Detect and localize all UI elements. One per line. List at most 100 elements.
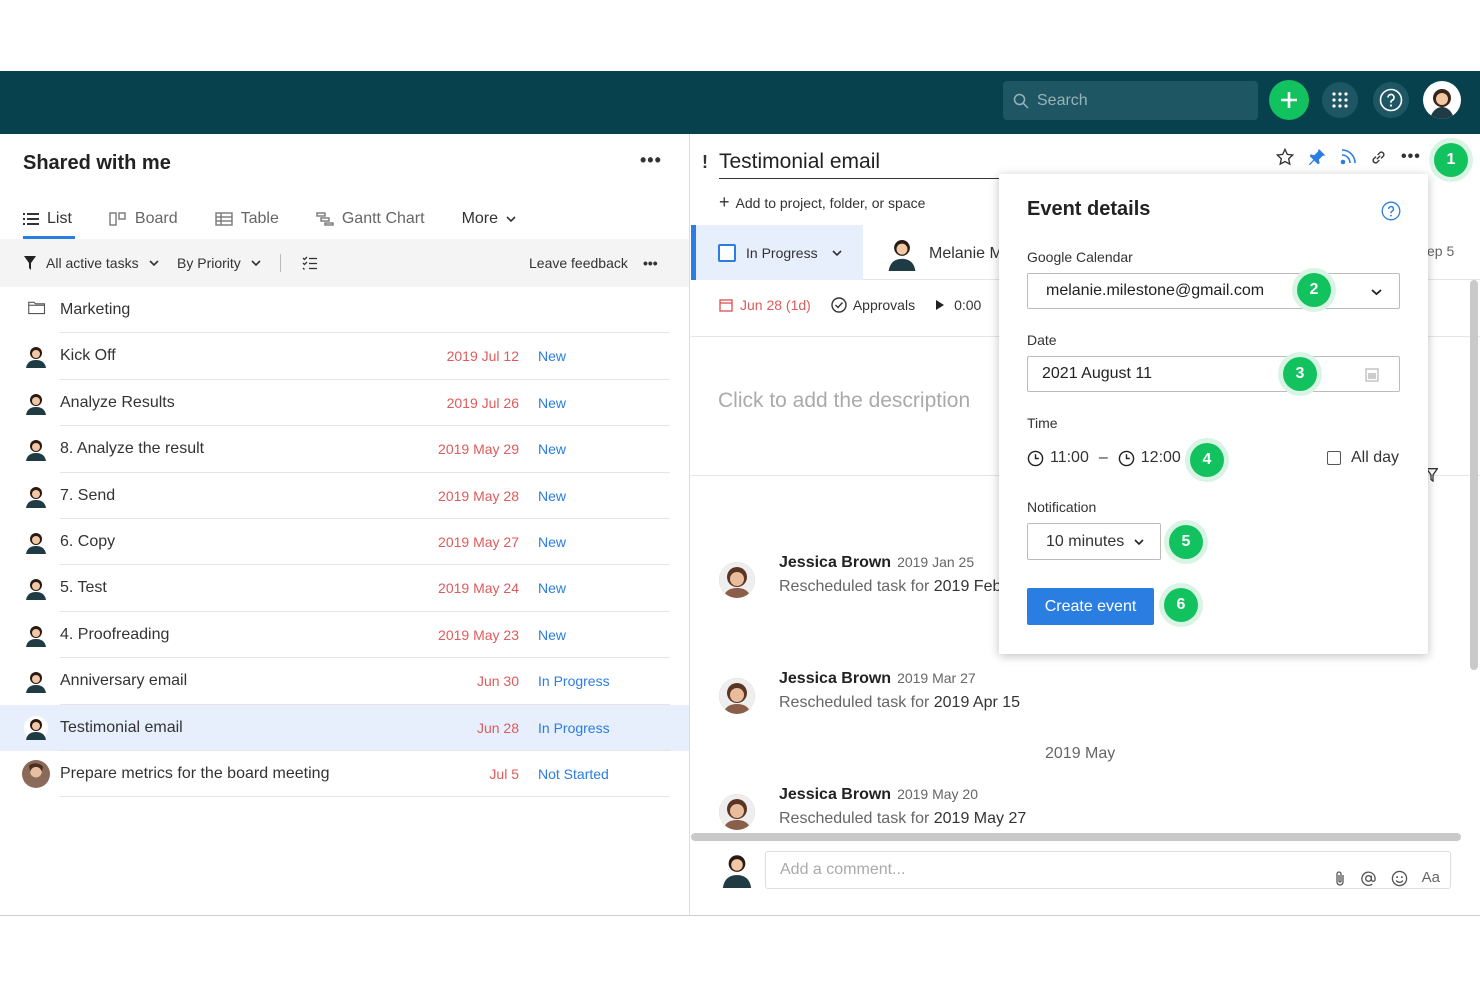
tab-list[interactable]: List bbox=[23, 200, 75, 239]
tab-gantt-chart[interactable]: Gantt Chart bbox=[316, 200, 425, 238]
activity-text: Rescheduled task for bbox=[779, 694, 934, 711]
activity-text: Rescheduled task for bbox=[779, 810, 934, 827]
leave-feedback-link[interactable]: Leave feedback bbox=[529, 239, 628, 287]
link-button[interactable] bbox=[1370, 149, 1387, 166]
task-row[interactable]: 5. Test 2019 May 24 New bbox=[0, 565, 689, 612]
comment-avatar-icon bbox=[722, 855, 752, 888]
task-status: Not Started bbox=[538, 765, 609, 782]
task-name: Kick Off bbox=[60, 347, 116, 365]
task-list-panel: Shared with me ••• List Board Table Gant… bbox=[0, 134, 690, 916]
assignee-avatar-icon bbox=[26, 440, 46, 462]
task-date: Jun 30 bbox=[476, 673, 519, 690]
task-name: 4. Proofreading bbox=[60, 625, 170, 643]
task-date: 2019 May 29 bbox=[438, 441, 519, 458]
task-title[interactable]: Testimonial email bbox=[719, 150, 999, 179]
priority-icon[interactable]: ! bbox=[702, 152, 708, 173]
assignee-avatar-icon bbox=[26, 393, 46, 415]
assignee-chip[interactable]: Melanie M bbox=[887, 237, 1003, 271]
chevron-down-icon bbox=[251, 260, 261, 267]
date-value: 2021 August 11 bbox=[1042, 365, 1153, 382]
view-tabs: List Board Table Gantt Chart More bbox=[23, 200, 561, 240]
task-row[interactable]: Analyze Results 2019 Jul 26 New bbox=[0, 380, 689, 427]
top-bar: Search bbox=[0, 71, 1480, 134]
chevron-down-icon bbox=[1134, 538, 1144, 545]
date-input[interactable]: 2021 August 11 bbox=[1027, 356, 1400, 392]
all-day-checkbox[interactable]: All day bbox=[1327, 449, 1399, 467]
timer-button[interactable]: 0:00 bbox=[935, 297, 981, 313]
create-button[interactable] bbox=[1269, 80, 1309, 120]
divider bbox=[280, 239, 281, 287]
calendar-select[interactable]: melanie.milestone@gmail.com bbox=[1027, 273, 1400, 309]
panel-more-button[interactable]: ••• bbox=[640, 150, 662, 171]
vertical-scrollbar[interactable] bbox=[1470, 280, 1478, 670]
emoji-button[interactable] bbox=[1391, 870, 1408, 887]
activity-avatar bbox=[719, 794, 755, 830]
pin-button[interactable] bbox=[1308, 148, 1326, 166]
filter-more-button[interactable]: ••• bbox=[643, 239, 658, 287]
step-badge: 3 bbox=[1283, 357, 1317, 391]
more-button[interactable]: ••• bbox=[1401, 148, 1421, 166]
create-event-button[interactable]: Create event bbox=[1027, 588, 1154, 625]
due-date[interactable]: Jun 28 (1d) bbox=[719, 297, 811, 313]
task-row-selected[interactable]: Testimonial email Jun 28 In Progress bbox=[0, 704, 689, 751]
tab-more[interactable]: More bbox=[462, 200, 524, 238]
step-label: ep 5 bbox=[1427, 243, 1455, 259]
activity-date: 2019 May 20 bbox=[897, 786, 979, 802]
search-placeholder: Search bbox=[1037, 91, 1088, 109]
activity-author[interactable]: Jessica Brown bbox=[779, 670, 891, 687]
help-icon[interactable] bbox=[1381, 201, 1401, 221]
task-row[interactable]: Prepare metrics for the board meeting Ju… bbox=[0, 751, 689, 798]
activity-author[interactable]: Jessica Brown bbox=[779, 554, 891, 571]
filter-active-tasks[interactable]: All active tasks bbox=[24, 239, 159, 287]
checkbox[interactable] bbox=[1327, 451, 1341, 465]
plus-icon: + bbox=[719, 192, 730, 212]
checklist-icon bbox=[302, 256, 317, 270]
horizontal-scrollbar[interactable] bbox=[691, 833, 1461, 841]
activity-text: Rescheduled task for bbox=[779, 578, 934, 595]
approvals-button[interactable]: Approvals bbox=[831, 297, 915, 313]
time-end[interactable]: 12:00 bbox=[1141, 449, 1181, 467]
task-row[interactable]: 4. Proofreading 2019 May 23 New bbox=[0, 612, 689, 659]
status-dropdown[interactable]: In Progress bbox=[691, 225, 863, 280]
funnel-icon bbox=[24, 256, 36, 270]
tab-board-label: Board bbox=[134, 210, 178, 227]
comment-input[interactable]: Add a comment... Aa bbox=[765, 851, 1451, 889]
attach-button[interactable] bbox=[1334, 870, 1346, 886]
check-circle-icon bbox=[831, 297, 847, 313]
task-date: 2019 May 23 bbox=[438, 626, 519, 643]
help-button[interactable] bbox=[1373, 82, 1409, 118]
task-toolbar: ••• bbox=[1276, 148, 1435, 166]
task-row[interactable]: Kick Off 2019 Jul 12 New bbox=[0, 333, 689, 380]
task-row[interactable]: 8. Analyze the result 2019 May 29 New bbox=[0, 426, 689, 473]
task-row[interactable]: 7. Send 2019 May 28 New bbox=[0, 473, 689, 519]
apps-button[interactable] bbox=[1322, 82, 1358, 118]
time-label: Time bbox=[1027, 415, 1058, 431]
calendar-icon[interactable] bbox=[1365, 367, 1379, 382]
paperclip-icon bbox=[1335, 871, 1344, 886]
search-input[interactable]: Search bbox=[1003, 81, 1258, 120]
assignee-avatar-icon bbox=[26, 347, 46, 369]
rss-button[interactable] bbox=[1340, 149, 1356, 165]
time-start[interactable]: 11:00 bbox=[1050, 449, 1089, 467]
star-button[interactable] bbox=[1276, 148, 1294, 166]
add-project-label: Add to project, folder, or space bbox=[735, 195, 926, 211]
assignee-avatar-icon bbox=[888, 240, 916, 271]
at-icon bbox=[1360, 870, 1376, 886]
checklist-button[interactable] bbox=[302, 239, 318, 287]
activity-target: 2019 Apr 15 bbox=[933, 694, 1021, 711]
tab-table[interactable]: Table bbox=[214, 200, 279, 238]
mention-button[interactable] bbox=[1360, 870, 1377, 887]
user-avatar[interactable] bbox=[1423, 81, 1461, 119]
notification-select[interactable]: 10 minutes bbox=[1027, 523, 1161, 560]
tab-table-label: Table bbox=[240, 210, 279, 227]
status-checkbox[interactable] bbox=[718, 243, 736, 262]
format-button[interactable]: Aa bbox=[1422, 860, 1440, 896]
activity-author[interactable]: Jessica Brown bbox=[779, 786, 891, 803]
tab-board[interactable]: Board bbox=[109, 200, 178, 238]
activity-target: 2019 May 27 bbox=[933, 810, 1027, 827]
add-to-project-link[interactable]: + Add to project, folder, or space bbox=[719, 192, 925, 213]
task-row[interactable]: Anniversary email Jun 30 In Progress bbox=[0, 658, 689, 705]
filter-priority[interactable]: By Priority bbox=[177, 239, 261, 287]
folder-row[interactable]: Marketing bbox=[0, 287, 689, 334]
task-row[interactable]: 6. Copy 2019 May 27 New bbox=[0, 519, 689, 566]
